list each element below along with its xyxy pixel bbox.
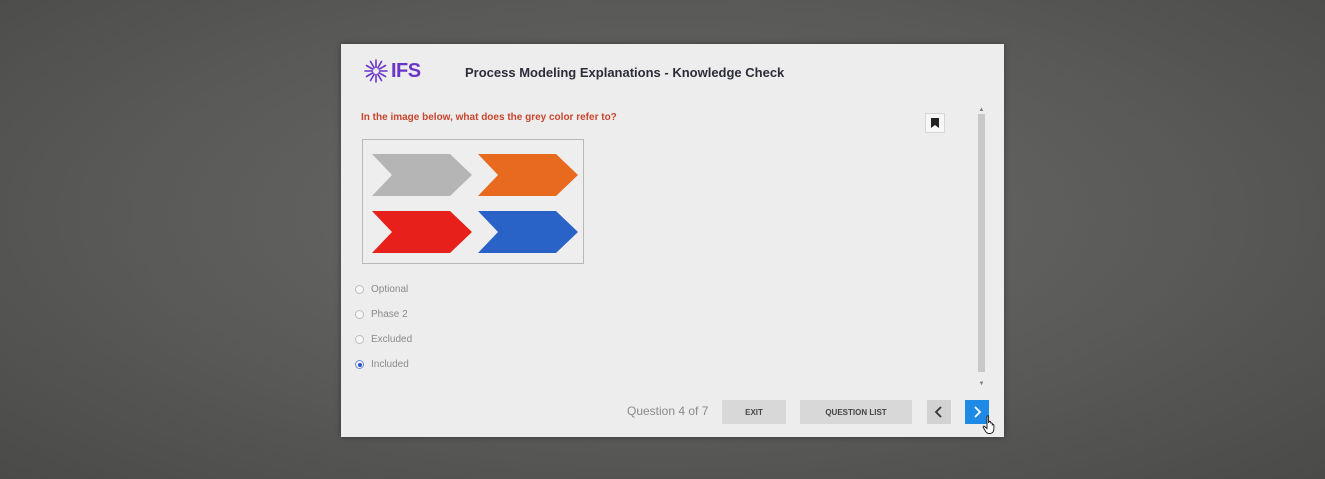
question-image [362,139,584,264]
scrollbar-thumb[interactable] [978,114,985,372]
chevron-arrow-4 [478,211,578,253]
question-text: In the image below, what does the grey c… [361,112,617,123]
option-optional[interactable]: Optional [355,277,412,302]
radio-button[interactable] [355,310,364,319]
chevron-left-icon [934,406,942,418]
ifs-logo: IFS [363,58,421,84]
chevron-arrow-2 [478,154,578,196]
previous-button[interactable] [927,400,951,424]
scroll-down-icon[interactable]: ▼ [976,380,987,388]
scrollbar[interactable]: ▲ ▼ [976,106,987,388]
logo-text: IFS [391,59,421,82]
ifs-sunburst-icon [364,59,388,83]
chevron-arrow-1 [372,154,472,196]
question-list-button[interactable]: QUESTION LIST [800,400,912,424]
chevron-arrows-image [372,154,578,253]
quiz-window: IFS Process Modeling Explanations - Know… [341,44,1004,437]
quiz-header: IFS Process Modeling Explanations - Know… [341,44,1004,100]
option-label: Excluded [371,334,413,345]
option-phase-2[interactable]: Phase 2 [355,302,412,327]
option-included[interactable]: Included [355,352,412,377]
answer-options: Optional Phase 2 Excluded Included [355,277,412,377]
quiz-footer: Question 4 of 7 EXIT QUESTION LIST [341,400,1004,426]
chevron-arrow-3 [372,211,472,253]
question-progress: Question 4 of 7 [627,404,709,418]
option-label: Included [371,359,409,370]
bookmark-button[interactable] [925,113,945,133]
course-title: Process Modeling Explanations - Knowledg… [465,65,785,80]
radio-button[interactable] [355,285,364,294]
hand-cursor-icon [982,415,995,434]
exit-button[interactable]: EXIT [722,400,786,424]
radio-button[interactable] [355,335,364,344]
radio-button-selected[interactable] [355,360,364,369]
option-excluded[interactable]: Excluded [355,327,412,352]
chevron-right-icon [974,406,982,418]
scroll-up-icon[interactable]: ▲ [976,106,987,114]
option-label: Phase 2 [371,309,408,320]
bookmark-icon [931,118,939,128]
option-label: Optional [371,284,409,295]
